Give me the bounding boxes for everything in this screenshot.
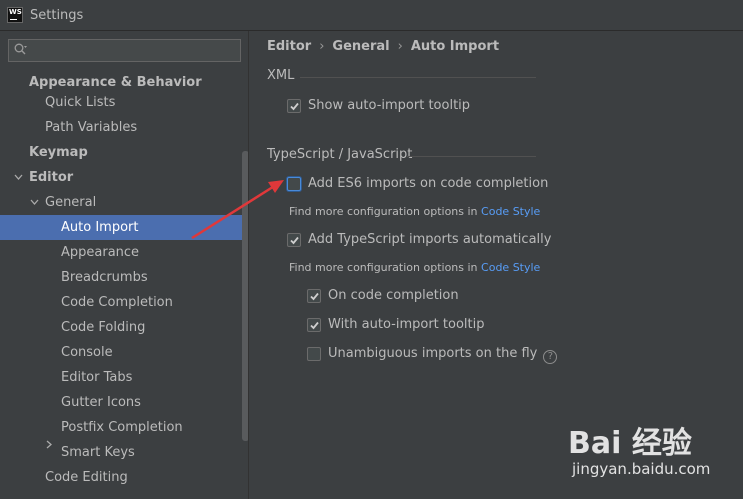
breadcrumb: Editor › General › Auto Import <box>267 37 499 57</box>
webstorm-logo-icon: WS <box>7 7 23 23</box>
sidebar-item-code-folding[interactable]: Code Folding <box>0 315 240 340</box>
code-style-link[interactable]: Code Style <box>481 261 540 274</box>
title-bar: WS Settings <box>0 0 743 31</box>
sidebar-item-label: Path Variables <box>45 120 138 135</box>
checkbox-label: Add TypeScript imports automatically <box>308 232 552 247</box>
baidu-watermark: Bai 经验 jingyan.baidu.com <box>568 418 738 493</box>
watermark-logo: Bai 经验 <box>568 426 692 461</box>
checkbox-checked-icon[interactable] <box>307 318 321 332</box>
sidebar-item-label: Appearance & Behavior <box>29 75 202 90</box>
chevron-right-icon[interactable] <box>45 440 55 465</box>
checkbox-checked-icon[interactable] <box>307 289 321 303</box>
settings-sidebar: Appearance & Behavior Quick Lists Path V… <box>0 31 249 499</box>
hint-text: Find more configuration options in <box>289 261 478 274</box>
sidebar-item-label: Auto Import <box>61 220 139 235</box>
sidebar-item-label: Keymap <box>29 145 88 160</box>
sidebar-item-label: General <box>45 195 97 210</box>
search-input[interactable] <box>8 39 241 62</box>
sidebar-item-appearance[interactable]: Appearance <box>0 240 240 265</box>
breadcrumb-editor: Editor <box>267 39 312 54</box>
sidebar-item-postfix-completion[interactable]: Postfix Completion <box>0 415 240 440</box>
window-title: Settings <box>30 8 84 23</box>
sidebar-item-label: Code Completion <box>61 295 173 310</box>
sidebar-item-code-editing[interactable]: Code Editing <box>0 465 240 490</box>
checkbox-label: Add ES6 imports on code completion <box>308 176 549 191</box>
breadcrumb-auto-import: Auto Import <box>410 39 500 54</box>
sidebar-item-smart-keys[interactable]: Smart Keys <box>0 440 240 465</box>
checkbox-unchecked-icon[interactable] <box>287 177 301 191</box>
help-icon[interactable]: ? <box>543 350 558 364</box>
checkbox-label: Unambiguous imports on the fly? <box>328 344 558 364</box>
chevron-down-icon[interactable] <box>13 165 23 190</box>
sidebar-item-auto-import[interactable]: Auto Import <box>0 215 248 240</box>
sidebar-item-editor-tabs[interactable]: Editor Tabs <box>0 365 240 390</box>
watermark-url: jingyan.baidu.com <box>572 460 711 478</box>
sidebar-item-label: Appearance <box>61 245 140 260</box>
sidebar-item-editor[interactable]: Editor <box>0 165 240 190</box>
sidebar-scrollbar[interactable] <box>242 151 248 441</box>
sidebar-item-code-completion[interactable]: Code Completion <box>0 290 240 315</box>
xml-section-title: XML <box>267 68 295 83</box>
sidebar-item-label: Console <box>61 345 113 360</box>
checkbox-label: Show auto-import tooltip <box>308 98 471 113</box>
section-divider <box>407 156 536 157</box>
config-hint: Find more configuration options in Code … <box>289 259 540 277</box>
sidebar-item-breadcrumbs[interactable]: Breadcrumbs <box>0 265 240 290</box>
search-icon <box>14 43 27 55</box>
logo-text: WS <box>9 8 22 16</box>
checkbox-label: On code completion <box>328 288 459 303</box>
sidebar-item-label: Smart Keys <box>61 445 135 460</box>
sidebar-item-gutter-icons[interactable]: Gutter Icons <box>0 390 240 415</box>
sidebar-item-label: Editor <box>29 170 74 185</box>
breadcrumb-separator: › <box>397 39 403 54</box>
checkbox-checked-icon[interactable] <box>287 233 301 247</box>
chevron-down-icon[interactable] <box>29 190 39 215</box>
code-style-link[interactable]: Code Style <box>481 205 540 218</box>
sidebar-item-path-variables[interactable]: Path Variables <box>0 115 240 140</box>
section-divider <box>300 77 536 78</box>
sidebar-item-general[interactable]: General <box>0 190 240 215</box>
sidebar-item-label: Code Editing <box>45 470 128 485</box>
checkbox-label: With auto-import tooltip <box>328 317 485 332</box>
sidebar-item-label: Code Folding <box>61 320 146 335</box>
sidebar-item-keymap[interactable]: Keymap <box>0 140 240 165</box>
sidebar-item-console[interactable]: Console <box>0 340 240 365</box>
checkbox-checked-icon[interactable] <box>287 99 301 113</box>
sidebar-item-label: Editor Tabs <box>61 370 133 385</box>
sidebar-item-label: Quick Lists <box>45 95 116 110</box>
sidebar-item-quick-lists[interactable]: Quick Lists <box>0 90 240 115</box>
ts-section-title: TypeScript / JavaScript <box>267 147 413 162</box>
sidebar-item-label: Gutter Icons <box>61 395 141 410</box>
hint-text: Find more configuration options in <box>289 205 478 218</box>
sidebar-item-label: Breadcrumbs <box>61 270 148 285</box>
checkbox-label-text: Unambiguous imports on the fly <box>328 346 538 361</box>
config-hint: Find more configuration options in Code … <box>289 203 540 221</box>
breadcrumb-general: General <box>332 39 390 54</box>
sidebar-item-label: Postfix Completion <box>61 420 183 435</box>
breadcrumb-separator: › <box>319 39 325 54</box>
checkbox-unchecked-icon[interactable] <box>307 347 321 361</box>
